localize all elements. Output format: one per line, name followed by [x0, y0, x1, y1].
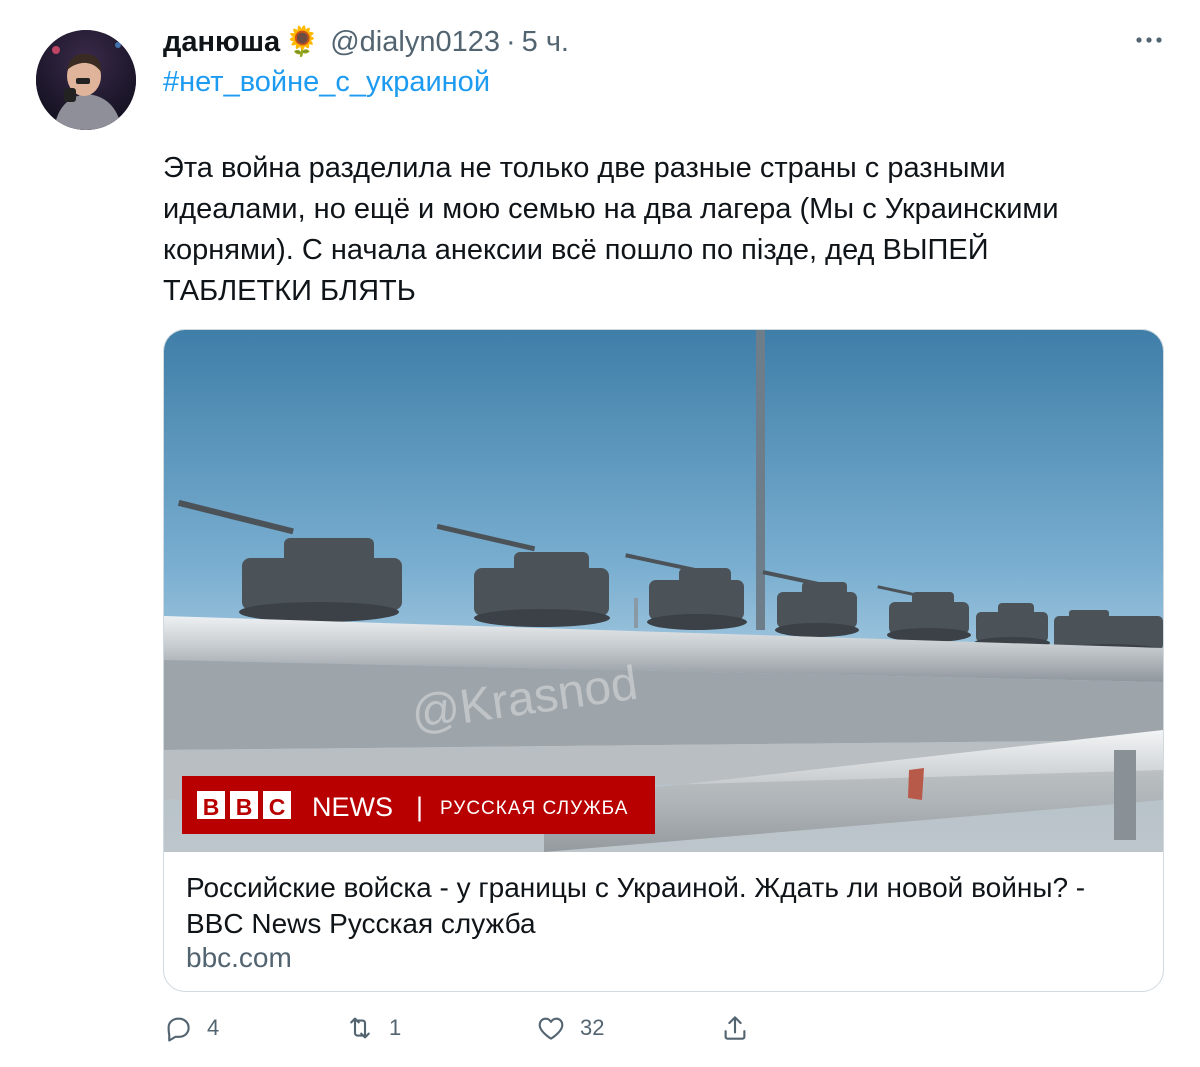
reply-count: 4: [207, 1015, 220, 1040]
bbc-logo-letter-c: C: [269, 794, 286, 820]
bbc-logo-letter-b2: B: [236, 794, 253, 820]
action-bar: 4 1 32: [163, 1008, 783, 1048]
bbc-news-word: NEWS: [312, 792, 393, 822]
bbc-divider: |: [416, 792, 423, 822]
retweet-button[interactable]: 1: [345, 1008, 401, 1048]
retweet-count: 1: [389, 1015, 402, 1040]
author-handle[interactable]: @dialyn0123: [330, 26, 500, 59]
author-name[interactable]: данюша: [163, 26, 280, 59]
hashtag-link[interactable]: #нет_войне_с_украиной: [163, 66, 490, 99]
sunflower-emoji: 🌻: [284, 26, 321, 58]
separator-dot: ·: [505, 25, 516, 58]
reply-button[interactable]: 4: [163, 1008, 219, 1048]
bbc-logo-letter-b1: B: [203, 794, 220, 820]
tweet-timestamp[interactable]: 5 ч.: [522, 26, 569, 59]
like-count: 32: [580, 1015, 605, 1040]
card-title: Российские войска - у границы с Украиной…: [186, 872, 1086, 939]
bbc-news-banner: B B C NEWS | РУССКАЯ СЛУЖБА: [182, 776, 655, 834]
avatar-image: [36, 30, 136, 130]
like-icon: [538, 1017, 564, 1040]
share-icon: [724, 1016, 746, 1040]
retweet-icon: [350, 1017, 370, 1039]
more-icon[interactable]: [1134, 30, 1164, 50]
reply-icon: [167, 1017, 190, 1042]
avatar[interactable]: [36, 30, 136, 130]
tweet-header: данюша 🌻 @dialyn0123 · 5 ч.: [163, 22, 569, 62]
share-button[interactable]: [720, 1008, 750, 1048]
bbc-service-name: РУССКАЯ СЛУЖБА: [440, 798, 628, 819]
like-button[interactable]: 32: [536, 1008, 604, 1048]
card-domain: bbc.com: [186, 942, 292, 973]
card-image: @Krasnod B B C NEWS | РУССКАЯ СЛУЖБА: [164, 330, 1163, 852]
tweet-text: Эта война разделила не только две разные…: [163, 152, 1059, 307]
link-preview-card[interactable]: @Krasnod B B C NEWS | РУССКАЯ СЛУЖБА Рос…: [163, 329, 1164, 992]
